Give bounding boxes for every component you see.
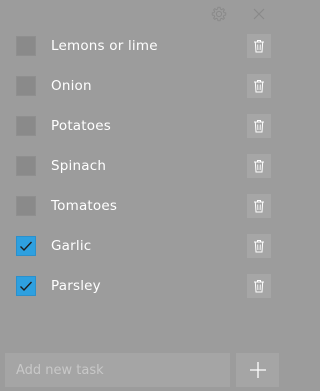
delete-task-button[interactable] [247, 154, 271, 178]
task-row: Parsley [0, 266, 284, 306]
delete-task-button[interactable] [247, 274, 271, 298]
task-row: Spinach [0, 146, 284, 186]
task-row: Onion [0, 66, 284, 106]
add-task-input[interactable] [5, 353, 230, 387]
task-row: Garlic [0, 226, 284, 266]
trash-icon [254, 200, 264, 213]
task-label: Spinach [51, 158, 107, 174]
task-checkbox[interactable] [16, 116, 36, 136]
task-checkbox[interactable] [16, 196, 36, 216]
checkmark-icon [20, 241, 33, 252]
delete-task-button[interactable] [247, 34, 271, 58]
task-row: Potatoes [0, 106, 284, 146]
task-checkbox[interactable] [16, 276, 36, 296]
delete-task-button[interactable] [247, 234, 271, 258]
task-label: Potatoes [51, 118, 111, 134]
task-checkbox[interactable] [16, 36, 36, 56]
settings-button[interactable] [210, 5, 228, 23]
add-task-button[interactable] [236, 353, 279, 387]
checkmark-icon [20, 281, 33, 292]
task-label: Tomatoes [51, 198, 118, 214]
task-label: Lemons or lime [51, 38, 158, 54]
task-label: Parsley [51, 278, 101, 294]
task-list: Lemons or lime Onion Potatoes Spinach Tomato… [0, 26, 284, 306]
title-bar [0, 0, 284, 28]
trash-icon [254, 160, 264, 173]
task-checkbox[interactable] [16, 156, 36, 176]
delete-task-button[interactable] [247, 114, 271, 138]
task-checkbox[interactable] [16, 76, 36, 96]
trash-icon [254, 120, 264, 133]
task-list-app: Lemons or lime Onion Potatoes Spinach Tomato… [0, 0, 284, 391]
task-checkbox[interactable] [16, 236, 36, 256]
trash-icon [254, 240, 264, 253]
task-row: Tomatoes [0, 186, 284, 226]
task-label: Garlic [51, 238, 92, 254]
delete-task-button[interactable] [247, 74, 271, 98]
delete-task-button[interactable] [247, 194, 271, 218]
add-task-bar [0, 350, 284, 391]
task-row: Lemons or lime [0, 26, 284, 66]
trash-icon [254, 40, 264, 53]
close-icon [253, 8, 265, 20]
trash-icon [254, 280, 264, 293]
close-button[interactable] [250, 5, 268, 23]
plus-icon [249, 362, 266, 378]
gear-icon [211, 6, 227, 22]
task-label: Onion [51, 78, 92, 94]
trash-icon [254, 80, 264, 93]
